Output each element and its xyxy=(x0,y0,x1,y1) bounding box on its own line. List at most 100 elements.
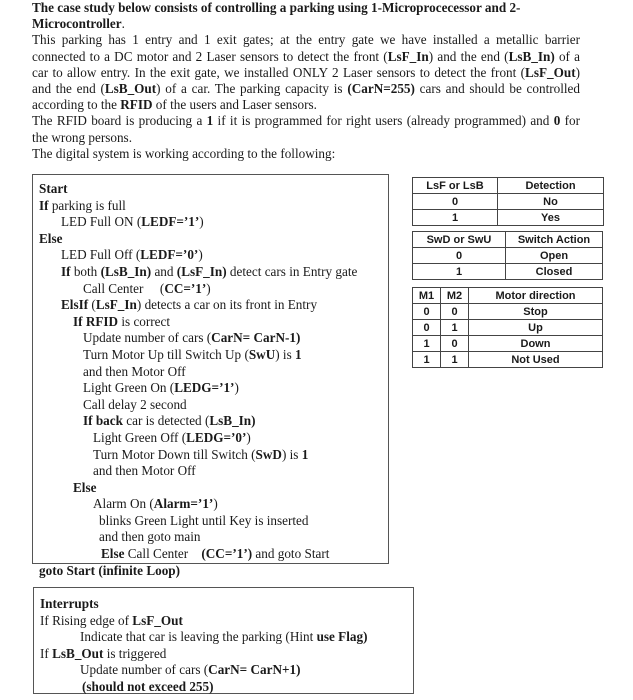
bold-text: Else xyxy=(101,546,125,562)
text-run: if it is programmed for right users (alr… xyxy=(213,113,554,129)
algorithm-line: If back car is detected (LsB_In) xyxy=(39,413,388,430)
text-run: ) is xyxy=(281,446,302,462)
bold-text: 1 xyxy=(295,346,302,362)
cell: 1 xyxy=(412,209,498,226)
bold-text: LEDF=’1’ xyxy=(141,214,200,230)
cell: Stop xyxy=(468,303,603,320)
text-run: ) and the end ( xyxy=(428,48,509,64)
bold-text: (CarN=255) xyxy=(347,81,415,97)
text-run: is correct xyxy=(118,313,171,329)
text-run: and then Motor Off xyxy=(93,463,196,479)
bold-text: RFID xyxy=(120,97,153,113)
text-run: is triggered xyxy=(103,645,167,661)
cell: 1 xyxy=(412,335,441,352)
table-row: 0 No xyxy=(412,193,604,210)
algorithm-box: Start If parking is full LED Full ON (LEDF… xyxy=(32,174,389,578)
cell: No xyxy=(497,193,604,210)
algorithm-line: Update number of cars (CarN= CarN-1) xyxy=(39,330,388,347)
text-run: both xyxy=(70,263,101,279)
bold-text: If xyxy=(61,263,71,279)
bold-text: (CC=’1’) xyxy=(201,546,253,562)
algorithm-line: and then Motor Off xyxy=(39,463,388,480)
text-run: car is detected ( xyxy=(122,413,210,429)
bold-text: (should not exceed 255) xyxy=(82,678,214,694)
text-run: Turn Motor Down till Switch ( xyxy=(93,446,256,462)
interrupt-line: Interrupts xyxy=(40,596,413,613)
bold-text: LEDG=’0’ xyxy=(186,429,247,445)
bold-text: If RFID xyxy=(73,313,119,329)
cell: 0 xyxy=(412,303,441,320)
header-cell: Motor direction xyxy=(468,287,603,304)
switch-truth-table: SwD or SwU Switch Action 0 Open 1 Closed xyxy=(412,231,603,280)
table-row: 0 Open xyxy=(412,247,603,264)
text-run: of the users and Laser sensors. xyxy=(152,97,317,113)
cell: 1 xyxy=(412,263,506,280)
header-cell: M1 xyxy=(412,287,441,304)
bold-text: Alarm=’1’ xyxy=(153,496,214,512)
text-run: Call Center xyxy=(124,546,202,562)
bold-text: SwD xyxy=(255,446,282,462)
text-run: If Rising edge of xyxy=(40,612,133,628)
header-cell: M2 xyxy=(440,287,469,304)
bold-text: (LsB_In) xyxy=(100,263,152,279)
text-run: ) xyxy=(213,496,218,512)
interrupt-line: If Rising edge of LsF_Out xyxy=(40,613,413,630)
bold-text: LsB_In) xyxy=(508,48,555,64)
bold-text: Else xyxy=(39,230,63,246)
cell: Not Used xyxy=(468,351,603,368)
bold-text: Interrupts xyxy=(40,596,99,611)
text-run: and xyxy=(151,263,177,279)
algorithm-line: If RFID is correct xyxy=(39,314,388,331)
algorithm-line: Light Green On (LEDG=’1’) xyxy=(39,380,388,397)
algorithm-line: Turn Motor Down till Switch (SwD) is 1 xyxy=(39,447,388,464)
text-run: Update number of cars ( xyxy=(83,330,212,346)
cell: Down xyxy=(468,335,603,352)
algorithm-line: Alarm On (Alarm=’1’) xyxy=(39,496,388,513)
cell: Up xyxy=(468,319,603,336)
cell: 0 xyxy=(412,247,506,264)
interrupt-line: If LsB_Out is triggered xyxy=(40,646,413,663)
cell: Open xyxy=(505,247,603,264)
text-run: ) xyxy=(246,429,251,445)
cell: 1 xyxy=(440,319,469,336)
text-run: and then goto main xyxy=(99,529,201,545)
table-row: 1 Yes xyxy=(412,209,604,226)
cell: 1 xyxy=(440,351,469,368)
interrupt-line: (should not exceed 255) xyxy=(40,679,413,696)
text-run: parking is full xyxy=(48,197,126,213)
bold-text: LsF_Out xyxy=(132,612,183,628)
bold-text: LsB_In) xyxy=(209,413,256,429)
table-row: 1 Closed xyxy=(412,263,603,280)
algorithm-line: LED Full Off (LEDF=’0’) xyxy=(39,247,388,264)
interrupt-line: Indicate that car is leaving the parking… xyxy=(40,629,413,646)
text-run: ) xyxy=(234,380,239,396)
text-run: detect cars in Entry gate xyxy=(226,263,358,279)
bold-text: goto Start (infinite Loop) xyxy=(39,562,181,578)
text-run: ) xyxy=(206,280,211,296)
table-header-row: LsF or LsB Detection xyxy=(412,177,604,194)
bold-text: CarN= CarN-1) xyxy=(211,330,301,346)
algorithm-line: Turn Motor Up till Switch Up (SwU) is 1 xyxy=(39,347,388,364)
bold-text: 1 xyxy=(301,446,309,462)
table-header-row: SwD or SwU Switch Action xyxy=(412,231,603,248)
bold-text: LEDF=’0’ xyxy=(140,247,199,263)
interrupts-box: Interrupts If Rising edge of LsF_Out Indic… xyxy=(33,587,414,694)
title-period: . xyxy=(121,16,125,32)
header-cell: Switch Action xyxy=(505,231,603,248)
table-row: 0 1 Up xyxy=(412,319,603,336)
algorithm-line: Else Call Center (CC=’1’) and goto Start xyxy=(39,546,388,563)
bold-text: LsB_Out xyxy=(52,645,104,661)
cell: 0 xyxy=(412,319,441,336)
bold-text: CC=’1’ xyxy=(164,280,207,296)
interrupt-line: Update number of cars (CarN= CarN+1) xyxy=(40,662,413,679)
bold-text: LsB_Out xyxy=(104,81,157,97)
text-run: and goto Start xyxy=(252,546,330,562)
text-run: ) xyxy=(198,247,203,263)
text-run: ( xyxy=(88,297,96,313)
bold-text: If xyxy=(39,197,49,213)
title-text: The case study below consists of control… xyxy=(32,0,521,32)
text-run: Turn Motor Up till Switch Up ( xyxy=(83,346,249,362)
intro-paragraph-rfid: The RFID board is producing a 1 if it is… xyxy=(32,113,580,145)
table-row: 1 0 Down xyxy=(412,335,603,352)
cell: Closed xyxy=(505,263,603,280)
